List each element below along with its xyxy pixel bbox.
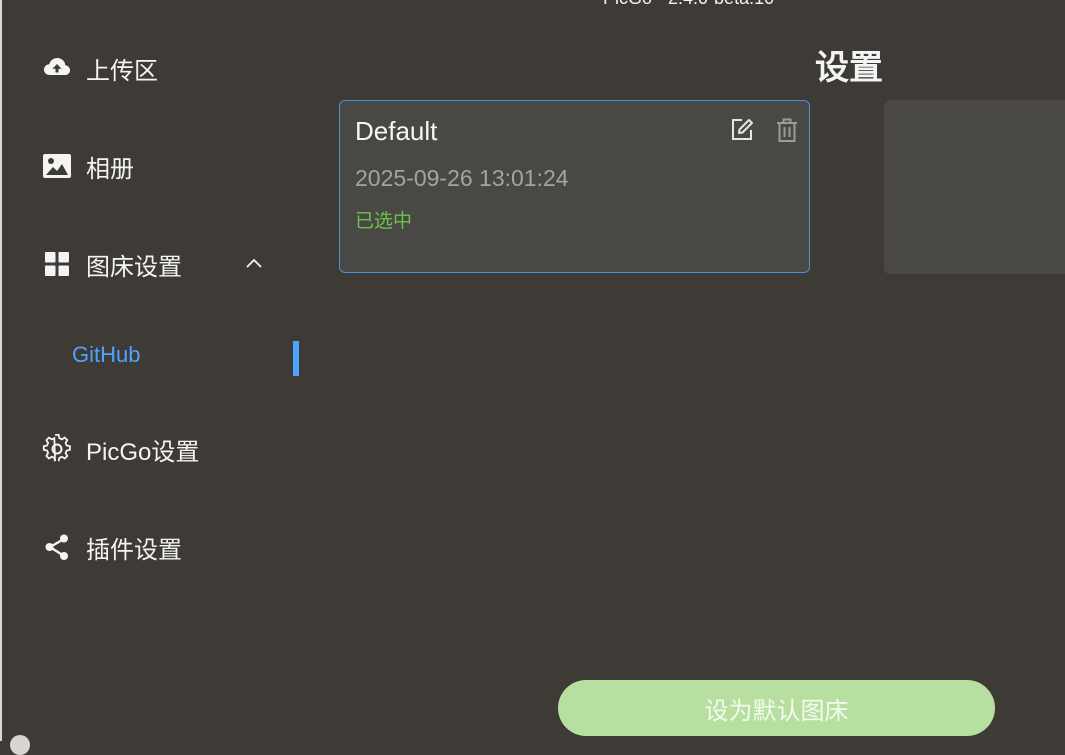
sidebar-item-label: 插件设置 [86,536,182,564]
config-card[interactable]: Default 2025-09-26 13:01:24 已选中 [339,100,810,273]
active-indicator [293,341,299,376]
share-icon [42,532,72,562]
sidebar-item-upload[interactable]: 上传区 [42,50,158,86]
app-title: PicGo - 2.4.0-beta.10 [603,0,774,9]
selected-status: 已选中 [355,211,413,232]
page-title: 设置 [815,49,883,87]
sidebar-item-label: 图床设置 [86,253,182,281]
sidebar-item-gallery[interactable]: 相册 [42,148,134,184]
config-timestamp: 2025-09-26 13:01:24 [355,165,569,191]
edit-icon[interactable] [729,117,755,143]
cloud-upload-icon [42,53,72,83]
corner-indicator [10,735,30,755]
sidebar-item-plugin-settings[interactable]: 插件设置 [42,529,182,565]
config-card-partial[interactable] [884,100,1065,274]
delete-icon[interactable] [774,117,800,143]
sidebar-item-label: 上传区 [86,57,158,85]
sidebar-item-label: 相册 [86,155,134,183]
image-icon [42,151,72,181]
sidebar-subitem-github[interactable]: GitHub [72,342,140,368]
config-name: Default [355,116,438,146]
chevron-up-icon[interactable] [244,254,264,274]
gear-icon [42,434,72,464]
grid-icon [42,249,72,279]
set-default-picbed-button[interactable]: 设为默认图床 [558,680,995,736]
sidebar-item-picbed-settings[interactable]: 图床设置 [42,246,182,282]
sidebar: 上传区 相册 图床设置 GitHub PicGo设置 插件设置 [0,0,300,741]
sidebar-item-picgo-settings[interactable]: PicGo设置 [42,431,199,467]
sidebar-item-label: PicGo设置 [86,438,200,466]
